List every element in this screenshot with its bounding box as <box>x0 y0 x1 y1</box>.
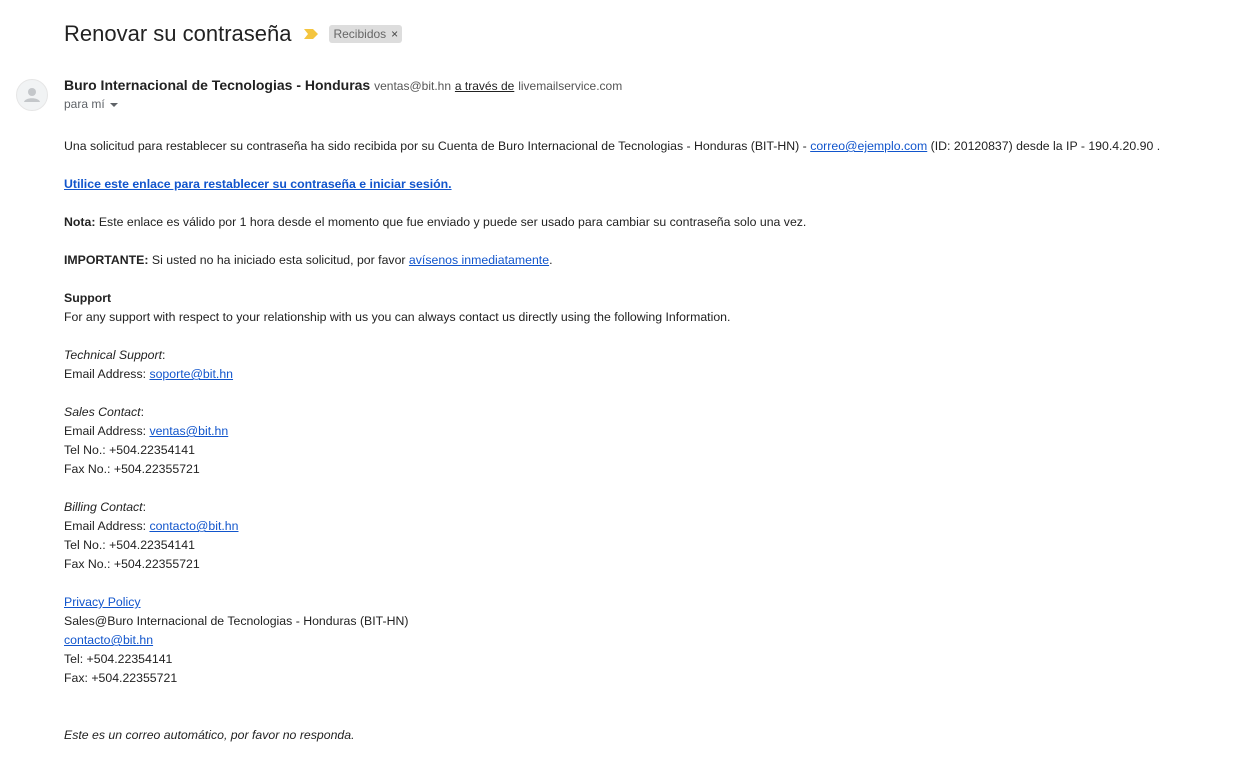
privacy-line: Privacy Policy <box>64 593 1239 612</box>
chevron-down-icon[interactable] <box>109 102 118 107</box>
important-label: IMPORTANTE: <box>64 253 149 267</box>
important-paragraph: IMPORTANTE: Si usted no ha iniciado esta… <box>64 253 553 267</box>
sales-contact-heading: Sales Contact: <box>64 405 144 419</box>
footer-org: Sales@Buro Internacional de Tecnologias … <box>64 614 409 628</box>
label-chip-inbox[interactable]: Recibidos × <box>329 25 403 43</box>
reset-paragraph: Utilice este enlace para restablecer su … <box>64 175 1239 194</box>
sender-row: Buro Internacional de Tecnologias - Hond… <box>64 76 622 95</box>
support-title: Support <box>64 291 112 305</box>
email-body: Una solicitud para restablecer su contra… <box>64 137 1239 745</box>
support-text: For any support with respect to your rel… <box>64 310 731 324</box>
via-domain: livemailservice.com <box>518 79 623 93</box>
billing-fax: Fax No.: +504.22355721 <box>64 557 200 571</box>
sales-email-link[interactable]: ventas@bit.hn <box>149 424 228 438</box>
close-icon[interactable]: × <box>391 27 398 41</box>
sender-email: ventas@bit.hn <box>374 79 452 93</box>
billing-tel: Tel No.: +504.22354141 <box>64 538 195 552</box>
notify-us-link[interactable]: avísenos inmediatamente <box>409 253 549 267</box>
importance-marker-icon[interactable] <box>303 28 319 40</box>
email-subject: Renovar su contraseña <box>64 21 292 46</box>
subject-row: Renovar su contraseña Recibidos × <box>64 18 403 50</box>
sender-name[interactable]: Buro Internacional de Tecnologias - Hond… <box>64 77 370 93</box>
automatic-notice: Este es un correo automático, por favor … <box>64 728 355 742</box>
footer-fax: Fax: +504.22355721 <box>64 671 178 685</box>
technical-email-line: Email Address: soporte@bit.hn <box>64 367 234 381</box>
email-view: Renovar su contraseña Recibidos × Buro I… <box>0 0 1249 763</box>
account-email-link[interactable]: correo@ejemplo.com <box>810 139 927 153</box>
avatar[interactable] <box>16 79 48 111</box>
via-link[interactable]: a través de <box>455 79 514 93</box>
technical-email-link[interactable]: soporte@bit.hn <box>149 367 233 381</box>
privacy-policy-link[interactable]: Privacy Policy <box>64 595 141 609</box>
technical-support-heading: Technical Support: <box>64 348 166 362</box>
recipient-label: para mí <box>64 97 105 111</box>
reset-password-link[interactable]: Utilice este enlace para restablecer su … <box>64 177 452 191</box>
footer-email-line: contacto@bit.hn <box>64 631 1239 650</box>
footer-email-link[interactable]: contacto@bit.hn <box>64 633 153 647</box>
note-label: Nota: <box>64 215 96 229</box>
billing-email-line: Email Address: contacto@bit.hn <box>64 519 239 533</box>
footer-tel: Tel: +504.22354141 <box>64 652 173 666</box>
sales-email-line: Email Address: ventas@bit.hn <box>64 424 229 438</box>
person-icon <box>24 88 40 102</box>
recipient-details-toggle[interactable]: para mí <box>64 97 118 111</box>
sales-tel: Tel No.: +504.22354141 <box>64 443 195 457</box>
note-paragraph: Nota: Este enlace es válido por 1 hora d… <box>64 215 807 229</box>
label-chip-text: Recibidos <box>333 26 387 41</box>
intro-paragraph: Una solicitud para restablecer su contra… <box>64 139 1161 153</box>
billing-contact-heading: Billing Contact: <box>64 500 147 514</box>
billing-email-link[interactable]: contacto@bit.hn <box>149 519 238 533</box>
sales-fax: Fax No.: +504.22355721 <box>64 462 200 476</box>
